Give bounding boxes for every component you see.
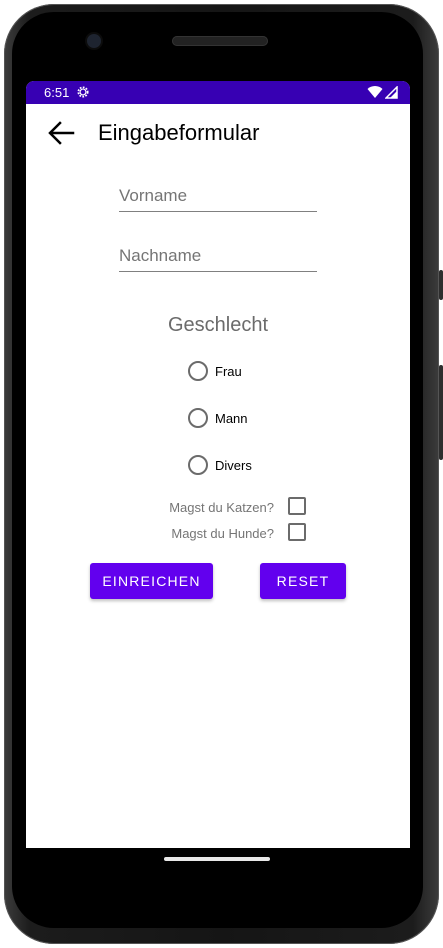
- radio-circle-icon: [188, 455, 208, 475]
- status-icons: [367, 86, 398, 99]
- radio-option-frau[interactable]: Frau: [188, 359, 242, 383]
- side-button: [439, 270, 443, 300]
- app-bar: Eingabeformular: [26, 104, 410, 160]
- radio-circle-icon: [188, 361, 208, 381]
- page-title: Eingabeformular: [98, 120, 260, 145]
- radio-circle-icon: [188, 408, 208, 428]
- status-bar: 6:51: [26, 81, 410, 104]
- signal-icon: [385, 86, 398, 99]
- last-name-input[interactable]: [119, 241, 317, 272]
- gear-icon: [77, 86, 89, 98]
- radio-option-divers[interactable]: Divers: [188, 453, 252, 477]
- earpiece-speaker: [172, 36, 268, 46]
- checkbox-label-dogs: Magst du Hunde?: [171, 525, 274, 541]
- navigation-bar: [26, 848, 410, 908]
- radio-label: Mann: [215, 410, 248, 426]
- status-time: 6:51: [44, 85, 70, 100]
- gender-heading: Geschlecht: [167, 314, 269, 336]
- home-gesture-handle[interactable]: [164, 857, 270, 861]
- checkbox-cats[interactable]: [288, 497, 306, 515]
- volume-button: [439, 365, 443, 460]
- device-mockup: 6:51 Eingabeformular Ges: [0, 0, 443, 948]
- checkbox-label-cats: Magst du Katzen?: [169, 499, 274, 515]
- radio-label: Divers: [215, 457, 252, 473]
- checkbox-row-dogs: Magst du Hunde?: [26, 523, 274, 543]
- front-camera: [87, 34, 101, 48]
- checkbox-dogs[interactable]: [288, 523, 306, 541]
- first-name-input[interactable]: [119, 181, 317, 212]
- arrow-left-icon[interactable]: [46, 118, 76, 148]
- wifi-icon: [367, 86, 383, 98]
- radio-label: Frau: [215, 363, 242, 379]
- submit-button[interactable]: EINREICHEN: [90, 563, 213, 599]
- app-screen: 6:51 Eingabeformular Ges: [26, 81, 410, 848]
- radio-option-mann[interactable]: Mann: [188, 406, 248, 430]
- reset-button[interactable]: RESET: [260, 563, 346, 599]
- checkbox-row-cats: Magst du Katzen?: [26, 497, 274, 517]
